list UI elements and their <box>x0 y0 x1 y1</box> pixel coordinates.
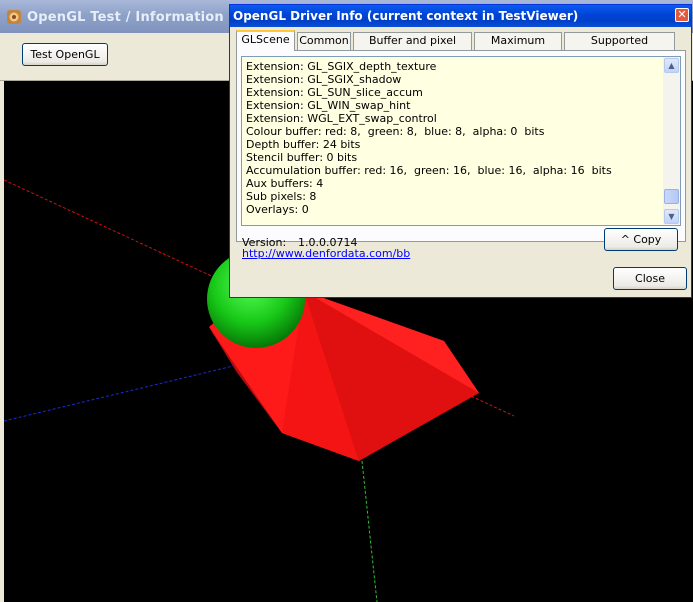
close-button[interactable]: Close <box>613 267 687 290</box>
dialog-title: OpenGL Driver Info (current context in T… <box>233 9 579 23</box>
memo-line: Extension: GL_SUN_slice_accum <box>246 86 423 99</box>
arrow-down-icon[interactable]: ▼ <box>664 209 679 224</box>
memo-line: Extension: GL_SGIX_depth_texture <box>246 60 437 73</box>
dialog-title-bar[interactable]: OpenGL Driver Info (current context in T… <box>230 5 691 27</box>
memo-line: Extension: GL_WIN_swap_hint <box>246 99 411 112</box>
memo-line: Depth buffer: 24 bits <box>246 138 361 151</box>
scrollbar-thumb[interactable] <box>664 189 679 204</box>
driver-info-dialog: OpenGL Driver Info (current context in T… <box>229 4 692 298</box>
memo-line: Extension: WGL_EXT_swap_control <box>246 112 437 125</box>
info-memo[interactable]: Extension: GL_SGIX_depth_texture Extensi… <box>241 56 681 226</box>
memo-line: Colour buffer: red: 8, green: 8, blue: 8… <box>246 125 545 138</box>
memo-content: Extension: GL_SGIX_depth_texture Extensi… <box>246 60 656 216</box>
arrow-up-icon[interactable]: ▲ <box>664 58 679 73</box>
tab-panel: Extension: GL_SGIX_depth_texture Extensi… <box>236 50 686 242</box>
close-icon[interactable]: ✕ <box>675 8 689 22</box>
tab-maximum-values[interactable]: Maximum values <box>474 32 562 63</box>
tab-glscene[interactable]: GLScene <box>236 30 295 51</box>
memo-line: Stencil buffer: 0 bits <box>246 151 358 164</box>
copy-button[interactable]: ^ Copy <box>604 228 678 251</box>
main-window-title: OpenGL Test / Information <box>27 10 224 25</box>
tab-buffer-pixel-depths[interactable]: Buffer and pixel depths <box>353 32 472 63</box>
tab-common[interactable]: Common <box>297 32 351 50</box>
memo-line: Aux buffers: 4 <box>246 177 324 190</box>
app-icon <box>7 10 21 24</box>
memo-line: Accumulation buffer: red: 16, green: 16,… <box>246 164 612 177</box>
y-axis-line <box>361 460 378 602</box>
tab-supported-extensions[interactable]: Supported extensions <box>564 32 675 63</box>
homepage-link[interactable]: http://www.denfordata.com/bb <box>242 247 410 260</box>
test-opengl-button[interactable]: Test OpenGL <box>22 43 108 66</box>
memo-line: Sub pixels: 8 <box>246 190 317 203</box>
vertical-scrollbar[interactable]: ▲ ▼ <box>663 57 680 225</box>
memo-line: Overlays: 0 <box>246 203 309 216</box>
memo-line: Extension: GL_SGIX_shadow <box>246 73 402 86</box>
